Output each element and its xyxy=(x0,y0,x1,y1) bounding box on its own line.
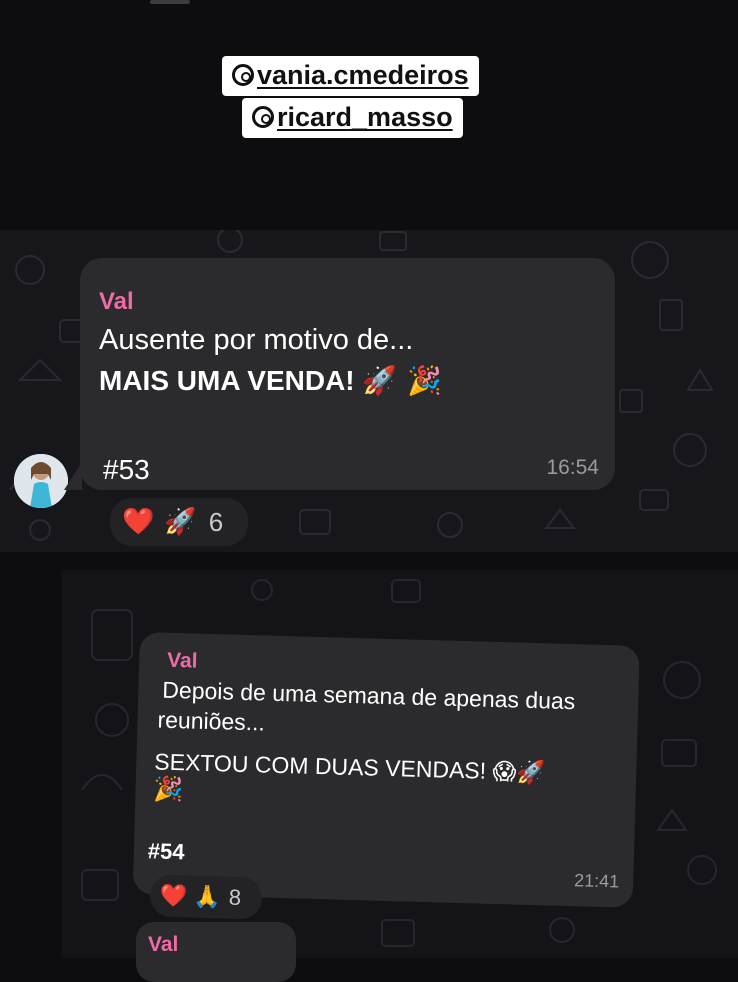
handle-sticker-2[interactable]: ricard_masso xyxy=(242,98,463,138)
reactions-bar-2[interactable]: ❤️ 🙏 8 xyxy=(149,874,263,920)
sender-name: Val xyxy=(99,288,134,315)
rocket-party-emoji: 🚀 🎉 xyxy=(362,364,442,397)
handle-sticker-1[interactable]: vania.cmedeiros xyxy=(222,56,479,96)
message-time: 21:41 xyxy=(573,870,620,892)
message-tag: #54 xyxy=(147,838,185,865)
sender-avatar[interactable] xyxy=(14,454,68,508)
message-text-line-label: SEXTOU COM DUAS VENDAS! xyxy=(154,748,487,784)
rocket-reaction-icon: 🚀 xyxy=(164,507,197,537)
threads-icon xyxy=(232,64,254,86)
avatar-image xyxy=(14,454,68,508)
threads-icon xyxy=(252,106,274,128)
handle-2-text: ricard_masso xyxy=(277,102,453,132)
reactions-bar-1[interactable]: ❤️ 🚀 6 xyxy=(110,498,248,546)
message-text-line: Ausente por motivo de... xyxy=(99,324,414,356)
message-time: 16:54 xyxy=(546,456,599,479)
message-bubble-1[interactable]: Val Ausente por motivo de... MAIS UMA VE… xyxy=(80,258,615,490)
message-bubble-2[interactable]: Val Depois de uma semana de apenas duas … xyxy=(132,632,640,908)
pray-reaction-icon: 🙏 xyxy=(193,884,222,910)
sender-name: Val xyxy=(166,648,198,673)
handle-stickers: vania.cmedeiros ricard_masso xyxy=(222,56,518,144)
reaction-count: 6 xyxy=(208,506,224,537)
message-bubble-2-wrap: Val Depois de uma semana de apenas duas … xyxy=(132,632,640,916)
party-emoji: 🎉 xyxy=(153,774,184,804)
sender-name: Val xyxy=(148,933,179,956)
reaction-count: 8 xyxy=(228,884,242,910)
message-text-line: SEXTOU COM DUAS VENDAS! 😱🚀 xyxy=(154,748,545,786)
message-text-bold-label: MAIS UMA VENDA! xyxy=(99,365,355,396)
handle-1-text: vania.cmedeiros xyxy=(257,60,469,90)
message-bubble-3[interactable]: Val xyxy=(136,922,296,982)
heart-reaction-icon: ❤️ xyxy=(159,883,188,909)
message-tag: #53 xyxy=(103,454,150,485)
shock-rocket-emoji: 😱🚀 xyxy=(492,758,546,787)
message-text-line: reuniões... xyxy=(157,706,266,736)
heart-reaction-icon: ❤️ xyxy=(122,507,155,537)
message-text-bold: MAIS UMA VENDA! 🚀 🎉 xyxy=(99,364,442,397)
top-edge-fragment xyxy=(150,0,190,4)
